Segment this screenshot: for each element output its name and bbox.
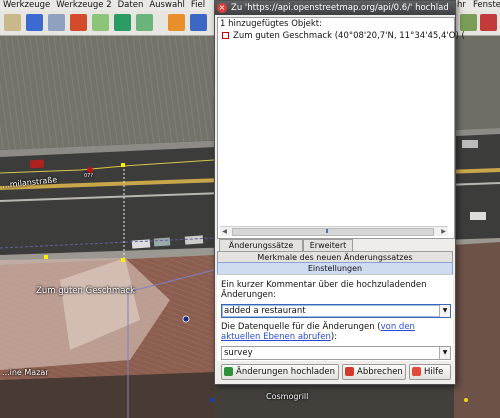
upload-button-label: Änderungen hochladen <box>236 367 336 377</box>
comment-label-line2: Änderungen: <box>221 290 276 300</box>
comment-label: Ein kurzer Kommentar über die hochzulade… <box>221 280 427 300</box>
added-objects-list[interactable]: 1 hinzugefügtes Objekt: Zum guten Geschm… <box>217 17 465 239</box>
comment-value: added a restaurant <box>224 306 306 316</box>
scrollbar-grip <box>326 229 328 233</box>
chevron-down-icon[interactable]: ▼ <box>439 347 450 359</box>
source-link-line2[interactable]: aktuellen Ebenen abrufen <box>221 332 331 342</box>
comment-field[interactable]: added a restaurant ▼ <box>221 304 451 318</box>
menu-fiel[interactable]: Fiel <box>188 0 208 10</box>
menu-hr[interactable]: hr <box>454 0 469 11</box>
tool-history-icon[interactable] <box>480 14 497 31</box>
menu-auswahl[interactable]: Auswahl <box>146 0 188 10</box>
cancel-icon <box>345 367 354 376</box>
upload-icon <box>224 367 233 376</box>
map-label-restaurant: Zum guten Geschmack <box>36 286 136 296</box>
scrollbar-thumb[interactable] <box>232 228 434 236</box>
map-label-marker: 07? <box>84 173 94 179</box>
menu-werkzeuge-2[interactable]: Werkzeuge 2 <box>53 0 114 10</box>
cancel-button[interactable]: Abbrechen <box>342 364 406 380</box>
added-objects-header: 1 hinzugefügtes Objekt: <box>220 19 322 29</box>
tool-zoom-icon[interactable] <box>48 14 65 31</box>
tool-relation-icon[interactable] <box>190 14 207 31</box>
cancel-button-label: Abbrechen <box>357 367 403 377</box>
map-label-cosmogrill: Cosmogrill <box>266 392 309 401</box>
node-icon <box>222 32 229 39</box>
tool-draw-icon[interactable] <box>4 14 21 31</box>
tool-select-icon[interactable] <box>26 14 43 31</box>
map-label-bottom-left: ...ine Mazar <box>2 368 49 377</box>
horizontal-scrollbar[interactable]: ◀ ▶ <box>220 226 448 236</box>
source-label-prefix: Die Datenquelle für die Änderungen ( <box>221 322 381 332</box>
source-link[interactable]: von den <box>381 322 415 332</box>
source-label: Die Datenquelle für die Änderungen (von … <box>221 322 415 342</box>
settings-panel: Ein kurzer Kommentar über die hochzulade… <box>217 274 453 361</box>
help-icon <box>412 367 421 376</box>
upload-dialog: × Zu 'https://api.openstreetmap.org/api/… <box>214 0 465 385</box>
menu-daten[interactable]: Daten <box>115 0 147 10</box>
source-label-suffix: ): <box>330 332 338 342</box>
added-object-label: Zum guten Geschmack (40°08'20,7'N, 11°34… <box>233 31 465 41</box>
menu-fenster[interactable]: Fenster <box>470 0 500 11</box>
scroll-right-icon[interactable]: ▶ <box>439 227 448 236</box>
menu-werkzeuge[interactable]: Werkzeuge <box>0 0 53 10</box>
chevron-down-icon[interactable]: ▼ <box>439 305 450 317</box>
scroll-left-icon[interactable]: ◀ <box>220 227 229 236</box>
tool-combine-icon[interactable] <box>114 14 131 31</box>
dialog-title: Zu 'https://api.openstreetmap.org/api/0.… <box>231 3 449 13</box>
source-field[interactable]: survey ▼ <box>221 346 451 360</box>
dialog-titlebar[interactable]: × Zu 'https://api.openstreetmap.org/api/… <box>215 1 455 15</box>
tool-split-icon[interactable] <box>92 14 109 31</box>
close-icon[interactable]: × <box>217 3 227 13</box>
tool-align-icon[interactable] <box>136 14 153 31</box>
tool-delete-icon[interactable] <box>70 14 87 31</box>
comment-label-line1: Ein kurzer Kommentar über die hochzulade… <box>221 280 427 290</box>
dialog-buttons: Änderungen hochladen Abbrechen Hilfe <box>221 364 451 380</box>
tool-filter-icon[interactable] <box>460 14 477 31</box>
help-button-label: Hilfe <box>424 367 444 377</box>
source-value: survey <box>224 348 253 358</box>
tool-preset-icon[interactable] <box>168 14 185 31</box>
upload-button[interactable]: Änderungen hochladen <box>221 364 339 380</box>
list-item[interactable]: Zum guten Geschmack (40°08'20,7'N, 11°34… <box>222 31 465 41</box>
help-button[interactable]: Hilfe <box>409 364 451 380</box>
